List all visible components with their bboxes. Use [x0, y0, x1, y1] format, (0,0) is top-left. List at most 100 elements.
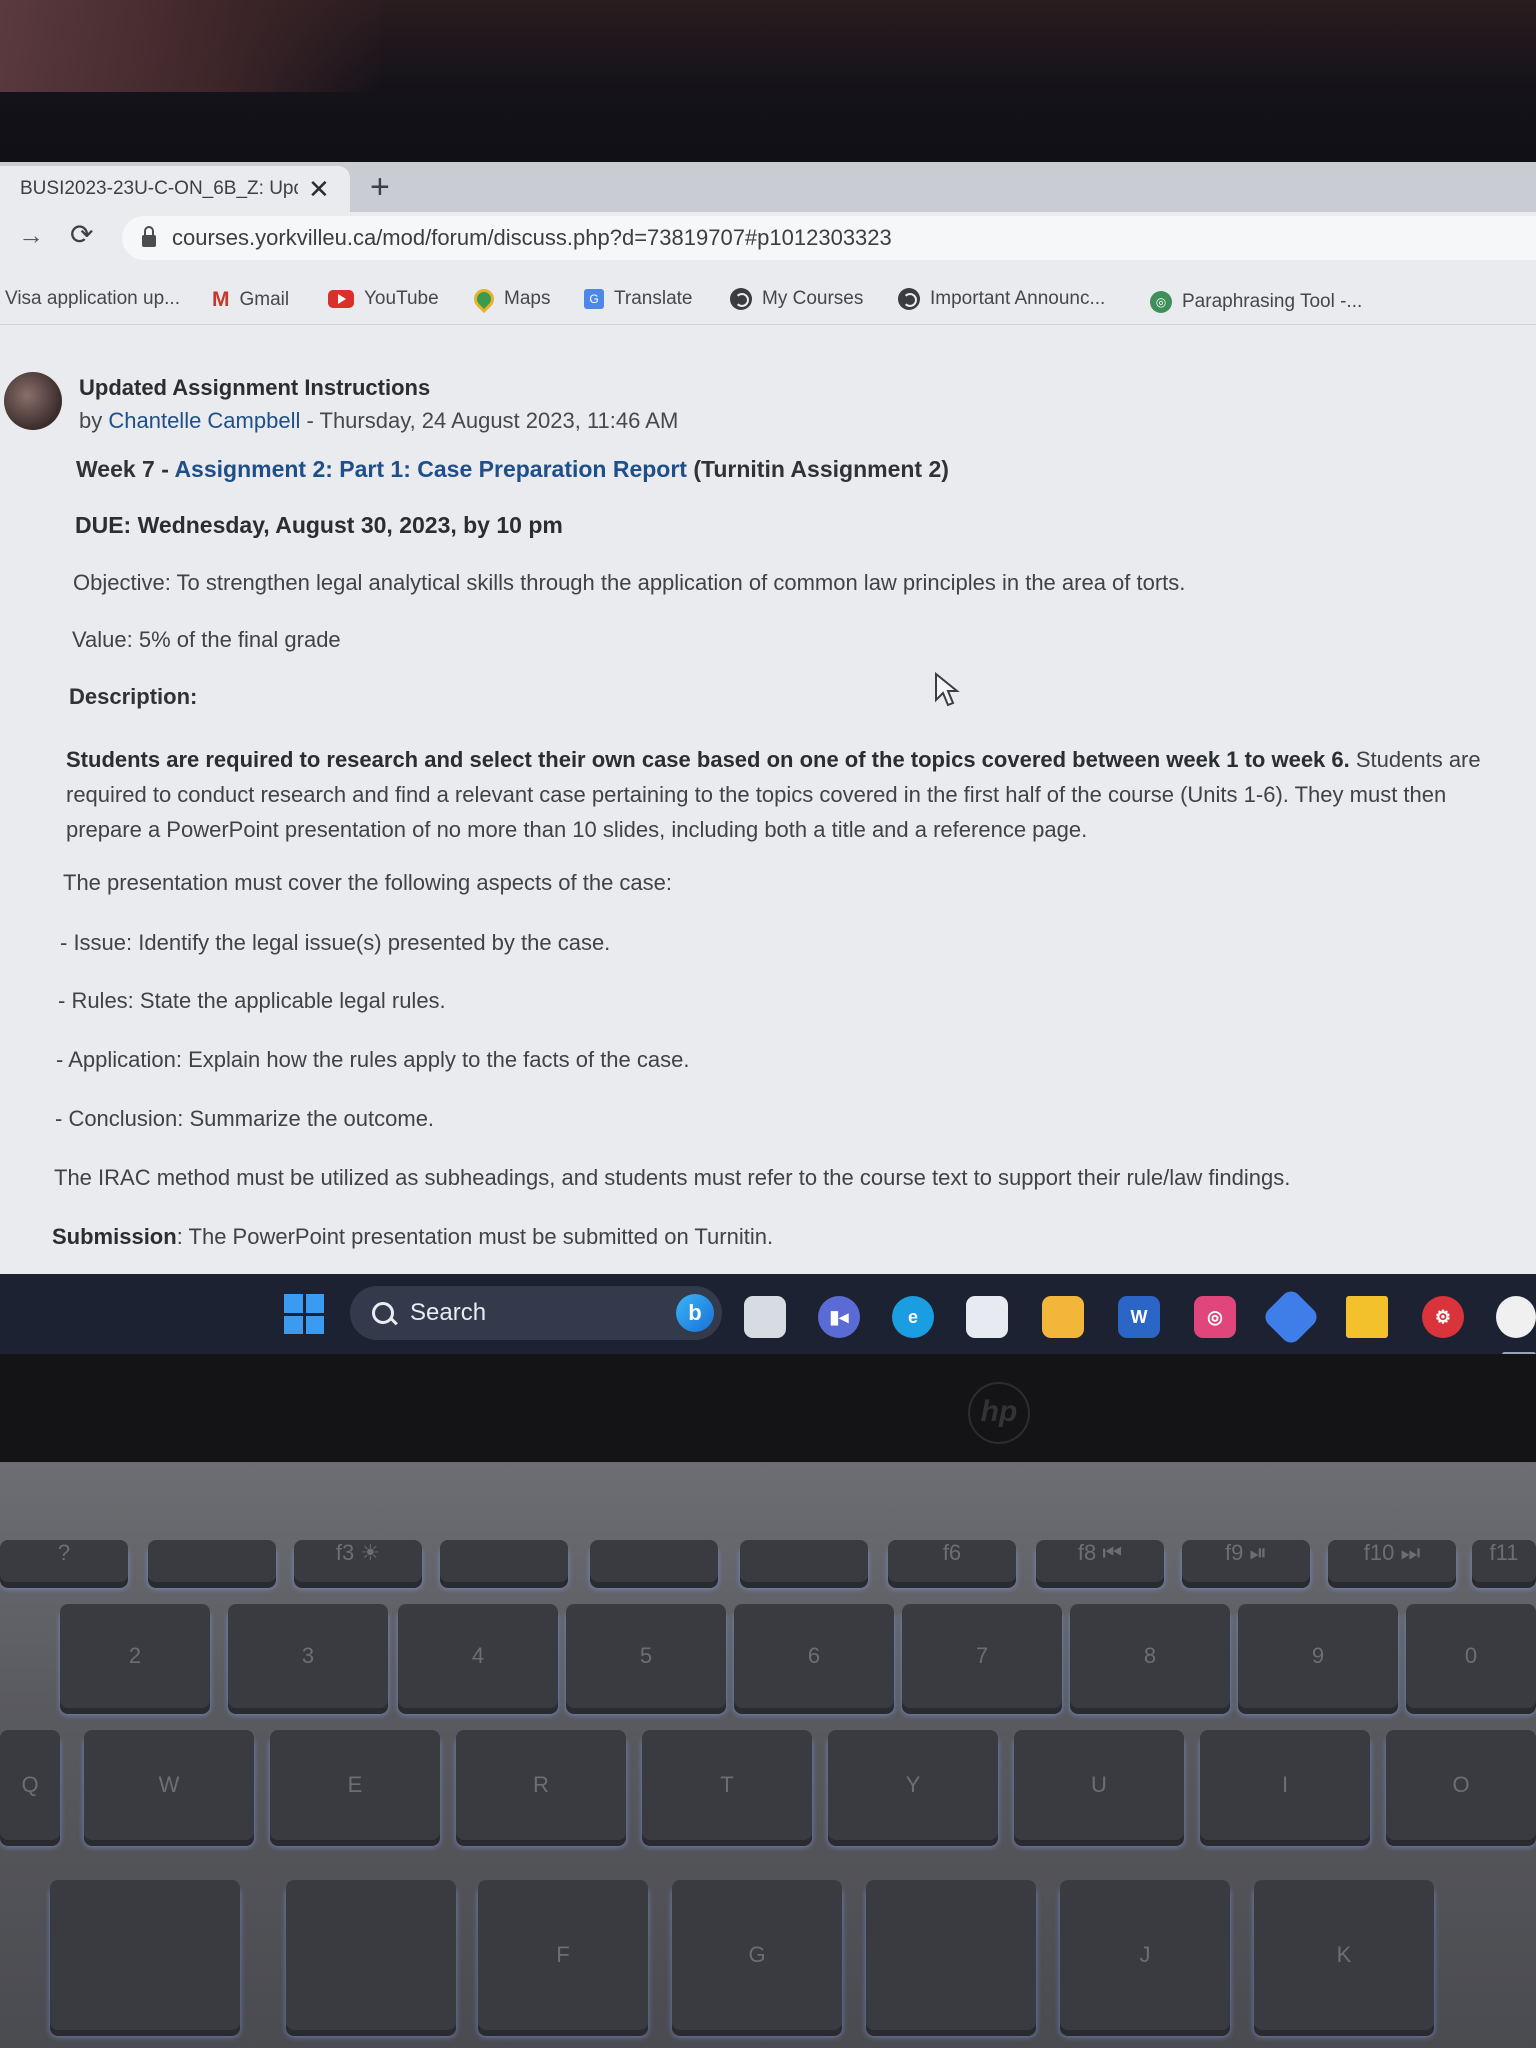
submission-label: Submission: [52, 1224, 177, 1249]
windows-start-icon[interactable]: [284, 1294, 324, 1334]
active-tab[interactable]: BUSI2023-23U-C-ON_6B_Z: Upda ✕: [0, 166, 350, 212]
address-bar[interactable]: courses.yorkvilleu.ca/mod/forum/discuss.…: [122, 216, 1536, 260]
url-text[interactable]: courses.yorkvilleu.ca/mod/forum/discuss.…: [172, 225, 892, 251]
keyboard-key[interactable]: G: [672, 1880, 842, 2030]
objective-text: Objective: To strengthen legal analytica…: [73, 570, 1186, 595]
bookmarks-bar: Visa application up... M Gmail YouTube M…: [0, 284, 1536, 325]
keyboard-key[interactable]: [148, 1540, 276, 1582]
submission-note: Submission: The PowerPoint presentation …: [52, 1224, 773, 1250]
bookmark-label: Important Announc...: [930, 288, 1106, 309]
bullet-application: - Application: Explain how the rules app…: [56, 1047, 690, 1072]
bookmark-translate[interactable]: G Translate: [584, 288, 693, 310]
keyboard-key[interactable]: T: [642, 1730, 812, 1840]
keyboard-key[interactable]: J: [1060, 1880, 1230, 2030]
tab-title: BUSI2023-23U-C-ON_6B_Z: Upda: [20, 178, 298, 199]
keyboard-key[interactable]: Y: [828, 1730, 998, 1840]
keyboard-key[interactable]: [590, 1540, 718, 1582]
keyboard-key[interactable]: f6: [888, 1540, 1016, 1582]
keyboard-key[interactable]: I: [1200, 1730, 1370, 1840]
bookmark-youtube[interactable]: YouTube: [328, 288, 439, 310]
hp-logo: hp: [968, 1382, 1030, 1444]
sticky-notes-icon[interactable]: [1346, 1296, 1388, 1338]
keyboard-key[interactable]: f9 ⏯: [1182, 1540, 1310, 1582]
globe-icon: [730, 288, 752, 310]
bookmark-visa[interactable]: Visa application up...: [5, 288, 180, 310]
keyboard-key[interactable]: O: [1386, 1730, 1536, 1840]
description-bold: Students are required to research and se…: [66, 747, 1350, 772]
description-paragraph: Students are required to research and se…: [66, 742, 1506, 847]
keyboard-key[interactable]: [286, 1880, 456, 2030]
keyboard-key[interactable]: F: [478, 1880, 648, 2030]
new-tab-button[interactable]: +: [370, 168, 390, 207]
keyboard-key[interactable]: f8 ⏮: [1036, 1540, 1164, 1582]
photo-background: [0, 0, 1536, 162]
teams-meet-icon[interactable]: ▮◂: [818, 1296, 860, 1338]
keyboard-key[interactable]: [740, 1540, 868, 1582]
value-text: Value: 5% of the final grade: [72, 627, 341, 652]
keyboard-key[interactable]: 5: [566, 1604, 726, 1708]
keyboard-key[interactable]: [50, 1880, 240, 2030]
author-link[interactable]: Chantelle Campbell: [108, 408, 300, 433]
word-icon[interactable]: W: [1118, 1296, 1160, 1338]
by-label: by: [79, 408, 109, 433]
bookmark-my-courses[interactable]: My Courses: [730, 288, 863, 310]
tab-bar: BUSI2023-23U-C-ON_6B_Z: Upda ✕ +: [0, 162, 1536, 212]
forward-icon[interactable]: →: [18, 220, 44, 251]
gmail-icon: M: [212, 288, 230, 311]
keyboard-key[interactable]: [440, 1540, 568, 1582]
bing-icon[interactable]: b: [676, 1294, 714, 1332]
description-heading: Description:: [69, 684, 198, 709]
bookmark-label: YouTube: [364, 288, 439, 309]
bookmark-important-announcements[interactable]: Important Announc...: [898, 288, 1105, 310]
bookmark-label: Translate: [614, 288, 693, 309]
irac-note: The IRAC method must be utilized as subh…: [54, 1165, 1291, 1190]
keyboard-key[interactable]: 3: [228, 1604, 388, 1708]
submission-text: : The PowerPoint presentation must be su…: [176, 1224, 774, 1249]
keyboard-key[interactable]: W: [84, 1730, 254, 1840]
translate-icon: G: [584, 289, 604, 309]
keyboard-key[interactable]: 8: [1070, 1604, 1230, 1708]
chrome-icon[interactable]: [1496, 1296, 1536, 1338]
keyboard-key[interactable]: 4: [398, 1604, 558, 1708]
reload-icon[interactable]: ⟳: [70, 218, 93, 251]
settings-app-icon[interactable]: ⚙: [1422, 1296, 1464, 1338]
keyboard-key[interactable]: E: [270, 1730, 440, 1840]
store-icon[interactable]: [966, 1296, 1008, 1338]
browser-toolbar: → ⟳ courses.yorkvilleu.ca/mod/forum/disc…: [0, 212, 1536, 264]
lock-icon[interactable]: [142, 226, 156, 247]
keyboard-key[interactable]: R: [456, 1730, 626, 1840]
keyboard-key[interactable]: 2: [60, 1604, 210, 1708]
week-line: Week 7 - Assignment 2: Part 1: Case Prep…: [76, 456, 949, 483]
post-byline: by Chantelle Campbell - Thursday, 24 Aug…: [79, 408, 678, 434]
keyboard-key[interactable]: f10 ⏭: [1328, 1540, 1456, 1582]
search-icon: [372, 1302, 394, 1324]
assignment-link[interactable]: Assignment 2: Part 1: Case Preparation R…: [174, 456, 687, 482]
post-subject: Updated Assignment Instructions: [79, 375, 431, 400]
task-view-icon[interactable]: [744, 1296, 786, 1338]
search-label: Search: [410, 1299, 487, 1326]
close-tab-icon[interactable]: ✕: [308, 174, 330, 205]
file-explorer-icon[interactable]: [1042, 1296, 1084, 1338]
author-avatar[interactable]: [4, 372, 62, 430]
keyboard-key[interactable]: K: [1254, 1880, 1434, 2030]
bookmark-gmail[interactable]: M Gmail: [212, 288, 289, 312]
taskbar-search[interactable]: Search b: [350, 1286, 722, 1340]
keyboard-key[interactable]: f3 ☀: [294, 1540, 422, 1582]
keyboard-key[interactable]: ?: [0, 1540, 128, 1582]
bookmark-label: Visa application up...: [5, 288, 180, 309]
keyboard-key[interactable]: 0: [1406, 1604, 1536, 1708]
bookmark-paraphrasing-tool[interactable]: ◎ Paraphrasing Tool -...: [1150, 291, 1362, 313]
keyboard-key[interactable]: 6: [734, 1604, 894, 1708]
keyboard-key[interactable]: [866, 1880, 1036, 2030]
instagram-icon[interactable]: ◎: [1194, 1296, 1236, 1338]
keyboard-key[interactable]: Q: [0, 1730, 60, 1840]
keyboard-key[interactable]: U: [1014, 1730, 1184, 1840]
bookmark-label: My Courses: [762, 288, 864, 309]
bookmark-maps[interactable]: Maps: [469, 284, 551, 314]
keyboard-key[interactable]: f11: [1472, 1540, 1536, 1582]
keyboard-key[interactable]: 9: [1238, 1604, 1398, 1708]
bookmark-label: Maps: [504, 288, 551, 309]
laptop-bezel: [0, 1354, 1536, 1464]
keyboard-key[interactable]: 7: [902, 1604, 1062, 1708]
edge-icon[interactable]: e: [892, 1296, 934, 1338]
